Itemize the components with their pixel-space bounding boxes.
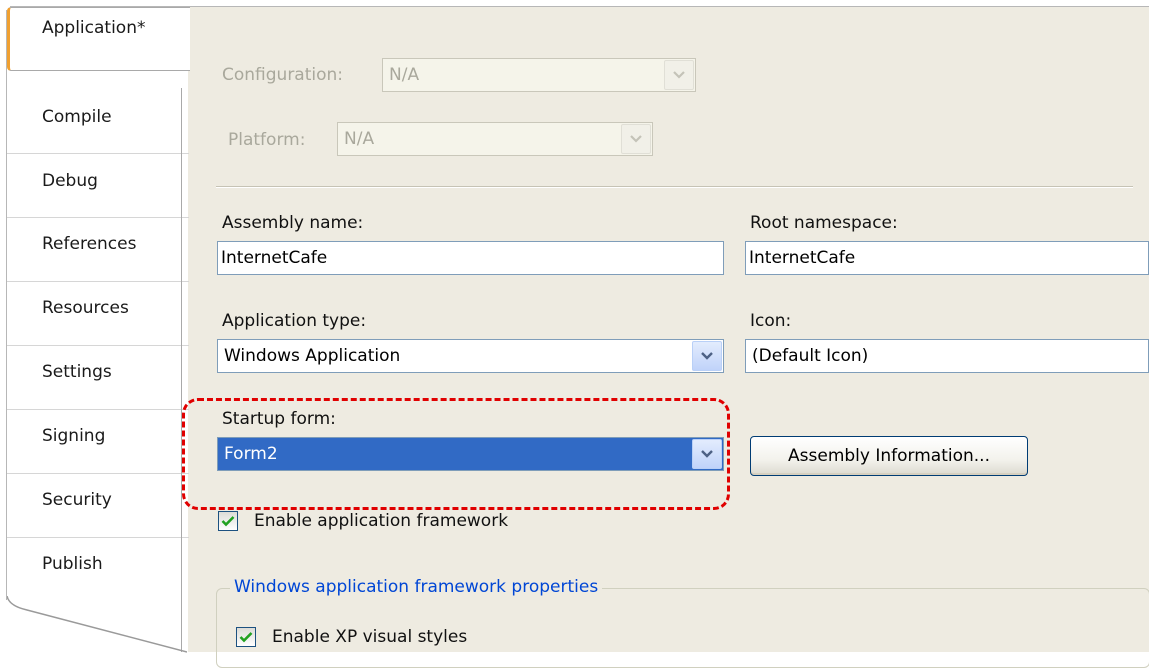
tab-label: Settings [42,362,112,382]
tab-label: Resources [42,298,129,318]
tab-label: Signing [42,426,106,446]
platform-label: Platform: [228,130,306,150]
checkmark-icon [221,516,235,527]
tab-references[interactable]: References [7,220,189,284]
assembly-name-label: Assembly name: [222,213,364,233]
tab-debug[interactable]: Debug [7,157,189,221]
enable-xp-styles-label[interactable]: Enable XP visual styles [272,627,467,647]
icon-value: (Default Icon) [752,346,869,366]
platform-dropdown[interactable]: N/A [337,122,653,156]
assembly-name-value: InternetCafe [221,248,328,268]
startup-form-dropdown[interactable]: Form2 [217,437,724,471]
sidebar-right-border [181,88,182,652]
tab-application[interactable]: Application* [7,7,190,71]
tab-signing[interactable]: Signing [7,412,189,476]
platform-value: N/A [344,129,375,149]
tab-compile[interactable]: Compile [7,93,189,157]
root-namespace-label: Root namespace: [750,213,898,233]
tab-settings[interactable]: Settings [7,348,189,412]
application-type-dropdown[interactable]: Windows Application [217,339,724,373]
tab-divider [7,537,189,538]
assembly-information-button[interactable]: Assembly Information... [750,436,1028,476]
configuration-dropdown[interactable]: N/A [382,58,696,92]
tab-divider [7,281,189,282]
configuration-value: N/A [389,65,420,85]
enable-framework-checkbox[interactable] [218,511,238,531]
chevron-down-icon [692,439,722,469]
configuration-label: Configuration: [222,65,344,85]
sidebar-bottom-edge [7,596,187,653]
tab-resources[interactable]: Resources [7,284,189,348]
project-properties-sidebar: Application* Compile Debug References Re… [7,7,190,652]
tab-label: Publish [42,554,103,574]
tab-label: Application* [42,18,146,38]
tab-divider [7,473,189,474]
startup-form-value: Form2 [224,444,278,464]
chevron-down-icon [621,124,651,154]
tab-label: Compile [42,107,112,127]
section-separator [216,186,1133,188]
assembly-information-label: Assembly Information... [788,446,990,466]
chevron-down-icon [692,341,722,371]
icon-label: Icon: [750,311,792,331]
tab-divider [7,217,189,218]
tab-label: Security [42,490,112,510]
enable-framework-label[interactable]: Enable application framework [254,511,508,531]
tab-divider [7,345,189,346]
root-namespace-input[interactable]: InternetCafe [745,241,1149,275]
tab-label: References [42,234,137,254]
application-type-label: Application type: [222,311,367,331]
tab-security[interactable]: Security [7,476,189,540]
application-type-value: Windows Application [224,346,401,366]
tab-divider [7,153,189,154]
checkmark-icon [239,632,253,643]
startup-form-label: Startup form: [222,409,336,429]
icon-dropdown[interactable]: (Default Icon) [745,339,1149,373]
framework-group-title: Windows application framework properties [230,577,603,597]
root-namespace-value: InternetCafe [749,248,856,268]
assembly-name-input[interactable]: InternetCafe [217,241,724,275]
tab-divider [7,409,189,410]
tab-publish[interactable]: Publish [7,540,189,604]
tab-label: Debug [42,171,98,191]
chevron-down-icon [664,60,694,90]
enable-xp-styles-checkbox[interactable] [236,627,256,647]
